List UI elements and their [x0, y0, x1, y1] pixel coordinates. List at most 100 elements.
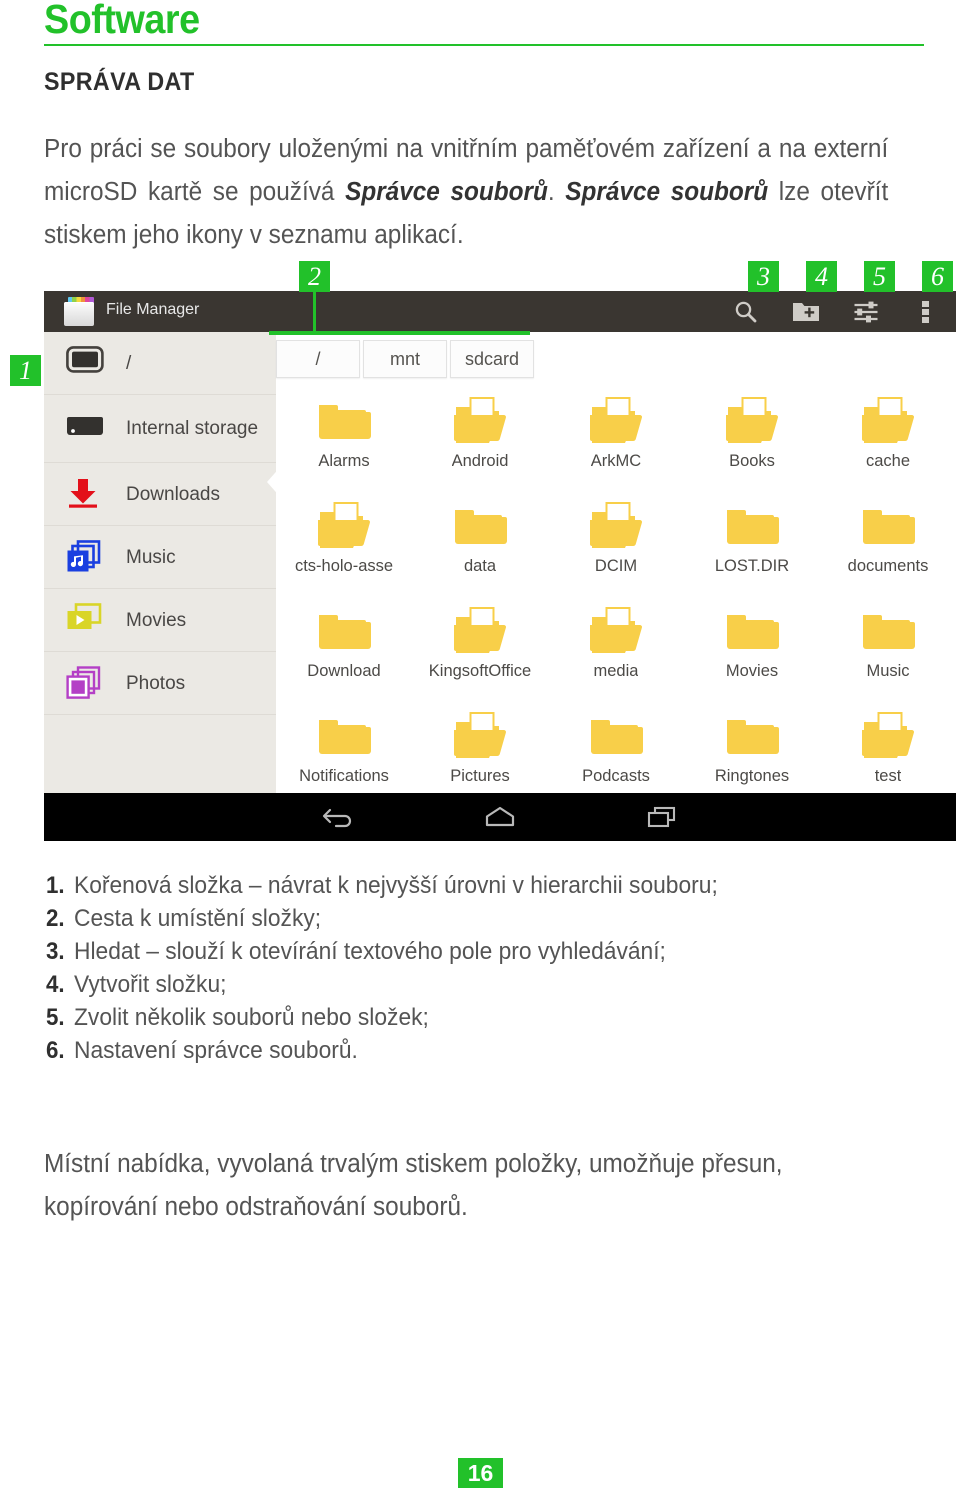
sidebar-item-label: Movies — [126, 609, 187, 631]
file-item[interactable]: DCIM — [548, 494, 684, 599]
file-item[interactable]: LOST.DIR — [684, 494, 820, 599]
overflow-menu-button[interactable] — [896, 291, 956, 332]
android-nav-bar — [44, 793, 956, 841]
file-item[interactable]: Music — [820, 599, 956, 704]
feature-text: Hledat – slouží k otevírání textového po… — [74, 938, 666, 965]
feature-number: 5. — [46, 1004, 65, 1031]
breadcrumb-crumb-mnt[interactable]: mnt — [363, 340, 447, 378]
folder-empty-icon — [319, 615, 371, 649]
file-item[interactable]: Android — [412, 389, 548, 494]
intro-italic-2: Správce souborů — [565, 178, 769, 206]
feature-number: 4. — [46, 971, 65, 998]
file-item[interactable]: data — [412, 494, 548, 599]
file-item[interactable]: Books — [684, 389, 820, 494]
folder-empty-icon — [319, 405, 371, 439]
folder-empty-icon — [727, 720, 779, 754]
sidebar-item-internal-storage[interactable]: Internal storage — [44, 395, 276, 463]
breadcrumb-crumb-sdcard[interactable]: sdcard — [450, 340, 534, 378]
callout-badge-1: 1 — [10, 355, 41, 386]
sidebar-item-label: / — [126, 352, 132, 374]
sidebar-item-photos[interactable]: Photos — [44, 652, 276, 715]
more-vertical-icon — [922, 300, 929, 323]
page-heading: Software — [44, 0, 924, 54]
sidebar-item-root[interactable]: / — [44, 332, 276, 395]
feature-text: Cesta k umístění složky; — [74, 905, 322, 932]
content-area: / mnt sdcard Alarms Android ArkMC Books cach… — [276, 332, 956, 793]
file-label: Podcasts — [582, 767, 650, 785]
file-label: Music — [866, 662, 910, 680]
sidebar-item-downloads[interactable]: Downloads — [44, 463, 276, 526]
page-title: Software — [44, 0, 200, 42]
file-item[interactable]: ArkMC — [548, 389, 684, 494]
folder-with-file-icon — [862, 397, 914, 443]
music-note-icon — [66, 540, 104, 574]
nav-back-button[interactable] — [311, 797, 365, 837]
file-label: Download — [307, 662, 381, 680]
folder-empty-icon — [319, 720, 371, 754]
file-item[interactable]: Movies — [684, 599, 820, 704]
file-label: ArkMC — [590, 452, 642, 470]
folder-with-file-icon — [454, 607, 506, 653]
heading-divider — [44, 44, 924, 46]
folder-with-file-icon — [318, 502, 370, 548]
nav-recents-button[interactable] — [635, 797, 689, 837]
callout-badge-6: 6 — [922, 261, 953, 292]
breadcrumb-crumb-root[interactable]: / — [276, 340, 360, 378]
file-label: test — [874, 767, 902, 785]
folder-with-file-icon — [454, 712, 506, 758]
sidebar-item-music[interactable]: Music — [44, 526, 276, 589]
feature-text: Zvolit několik souborů nebo složek; — [74, 1004, 429, 1031]
callout-leader-vertical-2 — [313, 290, 316, 334]
section-title: SPRÁVA DAT — [44, 68, 195, 96]
home-pentagon-icon — [485, 806, 515, 827]
folder-with-file-icon — [454, 397, 506, 443]
callout-badge-4: 4 — [806, 261, 837, 292]
file-item[interactable]: cts-holo-asse — [276, 494, 412, 599]
file-label: Pictures — [450, 767, 510, 785]
sidebar-item-movies[interactable]: Movies — [44, 589, 276, 652]
file-label: data — [463, 557, 497, 575]
file-label: Alarms — [318, 452, 370, 470]
select-multiple-button[interactable] — [836, 291, 896, 332]
folder-empty-icon — [863, 615, 915, 649]
file-item[interactable]: media — [548, 599, 684, 704]
folder-with-file-icon — [726, 397, 778, 443]
page-number: 16 — [458, 1458, 503, 1488]
file-grid: Alarms Android ArkMC Books cache cts-holo-ass… — [276, 389, 956, 809]
feature-list: 1. Kořenová složka – návrat k nejvyšší úr… — [46, 872, 936, 1070]
feature-list-item: 3. Hledat – slouží k otevírání textového … — [46, 938, 936, 966]
app-bar: File Manager — [44, 291, 956, 332]
file-label: KingsoftOffice — [428, 662, 532, 680]
callout-badge-3: 3 — [748, 261, 779, 292]
new-folder-button[interactable] — [776, 291, 836, 332]
feature-list-item: 5. Zvolit několik souborů nebo složek; — [46, 1004, 936, 1032]
file-item[interactable]: KingsoftOffice — [412, 599, 548, 704]
file-manager-folder-icon — [64, 297, 94, 326]
search-icon — [735, 301, 757, 322]
app-title: File Manager — [106, 301, 200, 318]
app-actions — [716, 291, 956, 332]
search-button[interactable] — [716, 291, 776, 332]
feature-text: Vytvořit složku; — [74, 971, 227, 998]
file-item[interactable]: Download — [276, 599, 412, 704]
device-icon — [66, 346, 104, 380]
hard-drive-icon — [66, 412, 104, 446]
file-item[interactable]: cache — [820, 389, 956, 494]
intro-paragraph: Pro práci se soubory uloženými na vnitřn… — [44, 128, 888, 257]
sidebar-item-label: Photos — [126, 672, 186, 694]
sidebar-item-label: Downloads — [126, 483, 220, 505]
back-arrow-icon — [322, 808, 352, 828]
file-label: Movies — [725, 662, 779, 680]
file-item[interactable]: Alarms — [276, 389, 412, 494]
file-item[interactable]: documents — [820, 494, 956, 599]
intro-text-2: . — [547, 178, 566, 206]
feature-text: Nastavení správce souborů. — [74, 1037, 358, 1064]
recents-stack-icon — [647, 806, 676, 828]
folder-with-file-icon — [590, 502, 642, 548]
sidebar: / Internal storage Downloads Music Movie… — [44, 332, 282, 793]
folder-with-file-icon — [590, 607, 642, 653]
folder-empty-icon — [727, 615, 779, 649]
feature-list-item: 6. Nastavení správce souborů. — [46, 1037, 936, 1065]
nav-home-button[interactable] — [473, 797, 527, 837]
folder-empty-icon — [863, 510, 915, 544]
